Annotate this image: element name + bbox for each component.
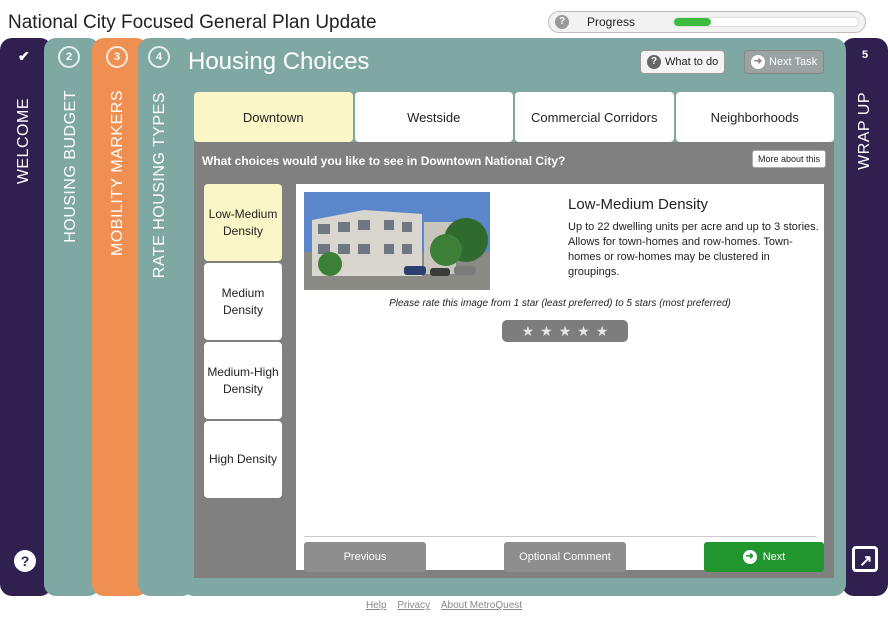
location-tabs: Downtown Westside Commercial Corridors N… [194,92,834,142]
density-title: Low-Medium Density [568,196,709,213]
privacy-link[interactable]: Privacy [397,600,430,611]
tab-wrap-up[interactable]: 5 WRAP UP ↗ [842,38,888,596]
divider [304,536,816,537]
density-item-medium[interactable]: Medium Density [204,263,282,340]
tab-rate-housing-types-label: RATE HOUSING TYPES [151,92,168,279]
arrow-right-icon: ➜ [751,55,765,69]
question-icon: ? [647,55,661,69]
detail-panel: Low-Medium Density Up to 22 dwelling uni… [296,184,824,572]
star-icon[interactable]: ★ [596,323,609,340]
housing-photo [304,192,490,290]
stage: ✔ WELCOME ? 2 HOUSING BUDGET 3 MOBILITY … [0,38,888,596]
content-area: Low-Medium Density Medium Density Medium… [194,176,834,578]
density-item-high[interactable]: High Density [204,421,282,498]
tab-number-badge: 2 [58,46,80,68]
footer: Help Privacy About MetroQuest [0,600,888,611]
tab-westside[interactable]: Westside [354,92,513,142]
previous-button[interactable]: Previous [304,542,426,572]
density-description: Up to 22 dwelling units per acre and up … [568,221,819,278]
help-icon[interactable]: ? [555,15,569,29]
star-rating[interactable]: ★ ★ ★ ★ ★ [502,320,628,342]
star-icon[interactable]: ★ [540,323,553,340]
tab-number-badge: 3 [106,46,128,68]
density-item-low-medium[interactable]: Low-Medium Density [204,184,282,261]
progress-label: Progress [587,15,636,29]
app-title: National City Focused General Plan Updat… [8,12,377,33]
next-label: Next [762,551,786,563]
question-text: What choices would you like to see in Do… [202,154,566,168]
density-item-medium-high[interactable]: Medium-High Density [204,342,282,419]
tab-wrap-up-label: WRAP UP [856,92,873,170]
progress-indicator: ? Progress [548,11,866,33]
tab-downtown[interactable]: Downtown [194,92,353,142]
next-task-label: Next Task [769,56,818,68]
star-icon[interactable]: ★ [522,323,535,340]
tab-welcome-label: WELCOME [15,98,32,185]
progress-fill [674,18,711,26]
what-to-do-button[interactable]: ? What to do [640,50,726,74]
question-bar: What choices would you like to see in Do… [194,142,834,176]
main-panel: Housing Choices ? What to do ➜ Next Task… [182,38,846,596]
progress-track [673,17,859,27]
tab-neighborhoods[interactable]: Neighborhoods [675,92,834,142]
tab-mobility-markers-label: MOBILITY MARKERS [109,90,126,256]
tab-number-badge: 4 [148,46,170,68]
check-icon: ✔ [18,48,30,64]
metroquest-logo-icon: ↗ [852,546,878,572]
about-link[interactable]: About MetroQuest [441,600,522,611]
page-title: Housing Choices [188,48,370,75]
optional-comment-button[interactable]: Optional Comment [504,542,626,572]
help-link[interactable]: Help [366,600,387,611]
star-icon[interactable]: ★ [559,323,572,340]
star-icon[interactable]: ★ [577,323,590,340]
next-task-button[interactable]: ➜ Next Task [744,50,825,74]
question-mark-icon[interactable]: ? [14,550,36,572]
tab-housing-budget-label: HOUSING BUDGET [62,90,79,243]
what-to-do-label: What to do [665,56,719,68]
tab-commercial-corridors[interactable]: Commercial Corridors [515,92,674,142]
rating-prompt: Please rate this image from 1 star (leas… [389,298,731,309]
next-button[interactable]: ➜ Next [704,542,824,572]
arrow-right-icon: ➜ [742,550,757,564]
density-list: Low-Medium Density Medium Density Medium… [204,184,282,500]
tab-number-badge: 5 [861,49,869,61]
more-about-this-button[interactable]: More about this [751,150,826,168]
